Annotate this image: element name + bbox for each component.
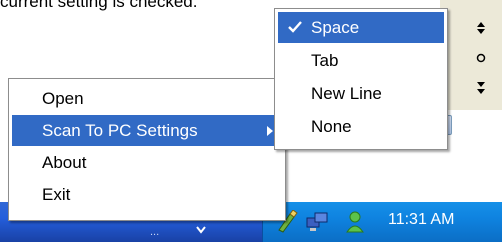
down-up-icon[interactable] <box>476 82 486 97</box>
submenu-item-new-line[interactable]: New Line <box>278 78 444 109</box>
submenu-item-label: Space <box>311 17 360 37</box>
menu-item-label: Exit <box>42 184 71 204</box>
menu-item-scan-settings[interactable]: Scan To PC Settings <box>12 115 282 146</box>
caption-text: current setting is checked. <box>0 0 198 11</box>
submenu-item-label: None <box>311 116 352 136</box>
clock[interactable]: 11:31 AM <box>388 211 454 229</box>
menu-item-open[interactable]: Open <box>12 83 282 114</box>
menu-item-label: Scan To PC Settings <box>42 120 198 140</box>
context-menu: Open Scan To PC Settings About Exit <box>8 78 286 221</box>
menu-item-label: About <box>42 152 87 172</box>
submenu-arrow-icon <box>267 126 273 136</box>
submenu-item-label: New Line <box>311 83 382 103</box>
check-icon <box>288 21 302 33</box>
user-icon[interactable] <box>345 210 365 239</box>
background-window <box>440 0 502 110</box>
circle-icon[interactable] <box>476 52 486 66</box>
submenu-item-space[interactable]: Space <box>278 12 444 43</box>
submenu-item-label: Tab <box>311 50 339 70</box>
submenu-item-none[interactable]: None <box>278 111 444 142</box>
submenu: Space Tab New Line None <box>274 8 448 150</box>
menu-item-label: Open <box>42 88 84 108</box>
taskbar-faded-text: ... <box>150 226 160 238</box>
network-icon[interactable] <box>305 210 331 239</box>
up-down-icon[interactable] <box>476 22 486 37</box>
chevron-down-icon[interactable] <box>196 222 206 240</box>
menu-item-exit[interactable]: Exit <box>12 179 282 210</box>
menu-item-about[interactable]: About <box>12 147 282 178</box>
submenu-item-tab[interactable]: Tab <box>278 45 444 76</box>
